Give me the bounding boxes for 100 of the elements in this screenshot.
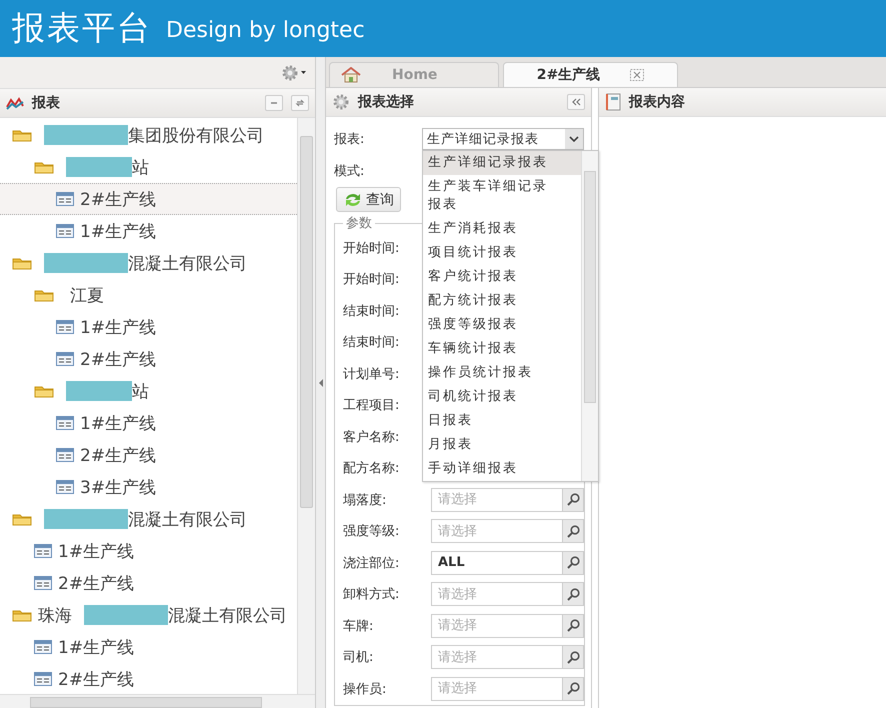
- tab[interactable]: 2#生产线: [503, 62, 678, 87]
- tree-label: 珠海: [38, 604, 72, 626]
- lookup-field[interactable]: 请选择: [431, 676, 562, 701]
- field-label: 开始时间:: [343, 240, 400, 257]
- dropdown-option[interactable]: 日报表: [423, 409, 581, 433]
- dropdown-option[interactable]: 客户统计报表: [423, 265, 581, 289]
- tree-item[interactable]: 1#生产线: [0, 535, 297, 567]
- lookup-field[interactable]: 请选择: [431, 645, 562, 670]
- tree-label: 1#生产线: [80, 220, 156, 242]
- report-icon: [56, 224, 74, 238]
- tree-label: 2#生产线: [80, 348, 156, 370]
- tree-label: 1#生产线: [58, 540, 134, 562]
- tree-label: 混凝土有限公司: [128, 508, 247, 530]
- tree-item[interactable]: 江夏: [0, 279, 297, 311]
- field-label: 开始时间:: [343, 271, 400, 288]
- dropdown-option[interactable]: 生产消耗报表: [423, 217, 581, 241]
- tree-label: 站: [132, 380, 149, 402]
- document-icon: [605, 93, 621, 111]
- field-label: 计划单号:: [343, 366, 400, 383]
- search-button[interactable]: [562, 488, 584, 512]
- tree-label: 1#生产线: [80, 412, 156, 434]
- scrollbar[interactable]: [297, 118, 315, 694]
- field-label: 强度等级:: [343, 523, 400, 540]
- app-subtitle: Design by longtec: [166, 17, 365, 43]
- dropdown-option[interactable]: 司机统计报表: [423, 385, 581, 409]
- tree-item[interactable]: 2#生产线: [0, 663, 297, 695]
- field-label: 浇注部位:: [343, 554, 400, 572]
- search-button[interactable]: [562, 550, 584, 575]
- refresh-button[interactable]: [291, 95, 309, 111]
- tree-item[interactable]: 混凝土有限公司: [0, 503, 297, 535]
- field-label: 操作员:: [343, 680, 388, 698]
- splitter-handle[interactable]: [316, 57, 326, 708]
- search-button[interactable]: [562, 519, 584, 544]
- search-icon: [566, 524, 580, 538]
- app-title: 报表平台: [12, 7, 152, 49]
- dropdown-option[interactable]: 强度等级报表: [423, 313, 581, 337]
- tree-item[interactable]: 1#生产线: [0, 215, 297, 247]
- tree-item[interactable]: 2#生产线: [0, 439, 297, 471]
- folder-icon: [34, 384, 54, 398]
- field-label: 车牌:: [343, 618, 374, 635]
- folder-icon: [12, 512, 32, 526]
- report-icon: [56, 416, 74, 430]
- gear-icon: [332, 93, 350, 111]
- report-icon: [34, 672, 52, 686]
- tree-item[interactable]: 站: [0, 151, 297, 183]
- lookup-field[interactable]: 请选择: [431, 614, 562, 638]
- report-icon: [34, 640, 52, 654]
- field-label: 结束时间:: [343, 302, 400, 320]
- close-icon[interactable]: [630, 69, 644, 81]
- report-icon: [56, 352, 74, 366]
- tree-item[interactable]: 珠海 混凝土有限公司: [0, 599, 297, 631]
- lookup-field[interactable]: ALL: [431, 550, 562, 575]
- search-icon: [566, 619, 580, 632]
- search-icon: [566, 493, 580, 506]
- report-icon: [34, 576, 52, 590]
- lookup-field[interactable]: 请选择: [431, 519, 562, 544]
- tree-label: 2#生产线: [58, 572, 134, 594]
- dropdown-option[interactable]: 生产详细记录报表: [423, 151, 581, 175]
- chart-icon: [6, 96, 24, 110]
- search-icon: [566, 556, 580, 570]
- double-chevron-icon: [571, 97, 581, 107]
- report-dropdown[interactable]: 生产详细记录报表: [422, 128, 584, 150]
- scrollbar[interactable]: [581, 151, 598, 481]
- search-button[interactable]: [562, 582, 584, 606]
- panel-title: 报表: [32, 94, 60, 112]
- tree-item[interactable]: 混凝土有限公司: [0, 247, 297, 279]
- dropdown-option[interactable]: 生产装车详细记录报表: [423, 175, 581, 217]
- field-label: 卸料方式:: [343, 586, 400, 604]
- refresh-icon: [343, 192, 363, 208]
- collapse-button[interactable]: [567, 94, 585, 110]
- panel-title: 报表内容: [629, 93, 685, 111]
- tree-item[interactable]: 站: [0, 375, 297, 407]
- dropdown-option[interactable]: 操作员统计报表: [423, 361, 581, 385]
- search-button[interactable]: [562, 614, 584, 638]
- tree-item[interactable]: 1#生产线: [0, 407, 297, 439]
- field-label: 结束时间:: [343, 334, 400, 352]
- dropdown-option[interactable]: 项目统计报表: [423, 241, 581, 265]
- gear-icon[interactable]: [281, 64, 307, 82]
- tree-item[interactable]: 1#生产线: [0, 631, 297, 663]
- report-icon: [56, 448, 74, 462]
- scrollbar[interactable]: [0, 694, 315, 708]
- panel-title: 报表选择: [358, 93, 414, 111]
- lookup-field[interactable]: 请选择: [431, 488, 562, 512]
- tree-item[interactable]: 1#生产线: [0, 311, 297, 343]
- report-icon: [56, 192, 74, 206]
- tree-item[interactable]: 2#生产线: [0, 343, 297, 375]
- field-label: 报表:: [334, 131, 366, 148]
- lookup-field[interactable]: 请选择: [431, 582, 562, 606]
- tree-item[interactable]: 集团股份有限公司: [0, 119, 297, 151]
- query-button[interactable]: 查询: [336, 187, 401, 212]
- dropdown-option[interactable]: 车辆统计报表: [423, 337, 581, 361]
- tree-item[interactable]: 3#生产线: [0, 471, 297, 503]
- dropdown-option[interactable]: 手动详细报表: [423, 457, 581, 481]
- tree-item[interactable]: 2#生产线: [0, 567, 297, 599]
- search-button[interactable]: [562, 645, 584, 670]
- dropdown-option[interactable]: 月报表: [423, 433, 581, 457]
- dropdown-option[interactable]: 配方统计报表: [423, 289, 581, 313]
- tree-item[interactable]: 2#生产线: [0, 183, 297, 215]
- collapse-button[interactable]: [265, 95, 283, 111]
- search-button[interactable]: [562, 676, 584, 701]
